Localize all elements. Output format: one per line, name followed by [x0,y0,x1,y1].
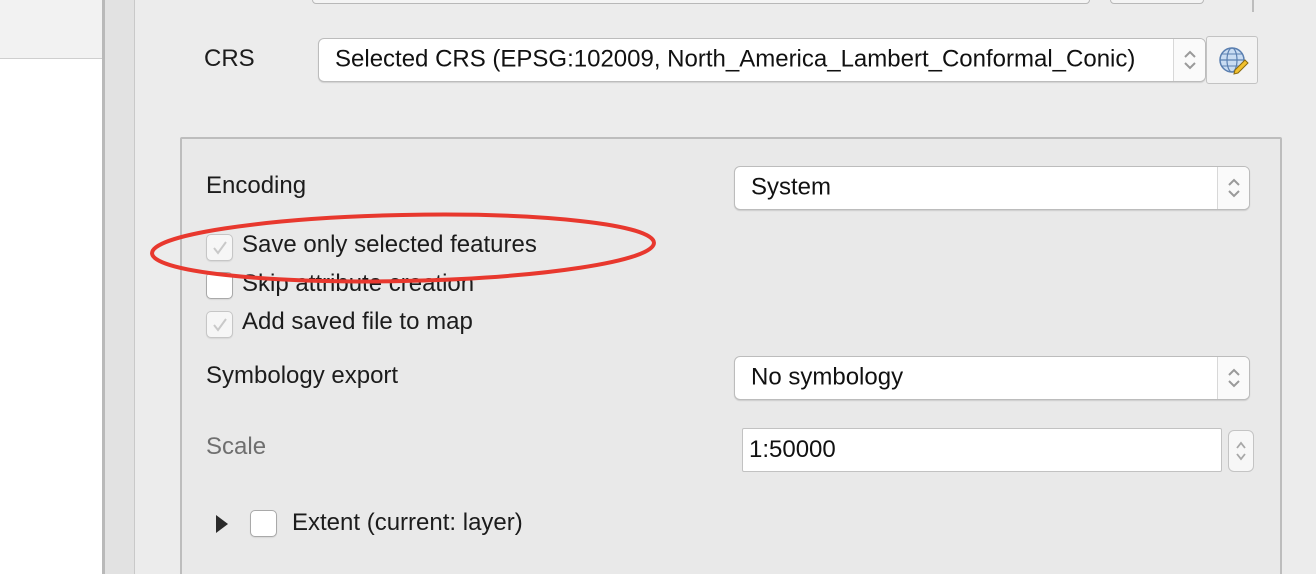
top-separator [1252,0,1254,12]
scale-input[interactable] [743,429,1221,471]
crs-select[interactable]: Selected CRS (EPSG:102009, North_America… [318,38,1206,82]
spin-up-down-icon [1236,441,1246,461]
extent-checkbox[interactable] [250,510,277,537]
chevron-up-down-icon [1227,368,1240,388]
symbology-export-selected-value: No symbology [751,363,904,391]
symbology-select-stepper[interactable] [1217,357,1249,399]
checkmark-icon [213,318,227,332]
symbology-export-label: Symbology export [206,362,399,389]
scale-label: Scale [206,433,267,460]
add-saved-file-label: Add saved file to map [242,308,473,335]
browse-button[interactable] [1110,0,1204,4]
extent-label: Extent (current: layer) [292,509,523,536]
skip-attribute-creation-label: Skip attribute creation [242,270,475,297]
chevron-up-down-icon [1183,50,1196,70]
left-pane-divider [0,58,104,59]
encoding-select[interactable]: System [734,166,1250,210]
crs-label: CRS [204,45,255,72]
checkmark-icon [213,241,227,255]
save-only-selected-label: Save only selected features [242,231,537,258]
select-crs-button[interactable] [1206,36,1258,84]
globe-icon [1219,47,1249,75]
symbology-export-select[interactable]: No symbology [734,356,1250,400]
chevron-up-down-icon [1227,178,1240,198]
save-only-selected-checkbox[interactable] [206,234,233,261]
skip-attribute-creation-checkbox[interactable] [206,272,233,299]
window-gutter [105,0,135,574]
encoding-label: Encoding [206,172,307,199]
crs-select-stepper[interactable] [1173,39,1205,81]
file-name-field[interactable] [312,0,1090,4]
crs-selected-value: Selected CRS (EPSG:102009, North_America… [335,45,1136,73]
scale-spinner[interactable] [1228,430,1254,472]
window-divider-edge [134,0,135,574]
save-vector-layer-dialog: CRS Selected CRS (EPSG:102009, North_Ame… [0,0,1316,574]
left-pane-header [0,0,104,58]
encoding-selected-value: System [751,173,832,201]
encoding-select-stepper[interactable] [1217,167,1249,209]
left-background-pane [0,0,104,574]
disclosure-triangle-icon[interactable] [214,514,230,534]
add-saved-file-checkbox[interactable] [206,311,233,338]
scale-field[interactable] [742,428,1222,472]
